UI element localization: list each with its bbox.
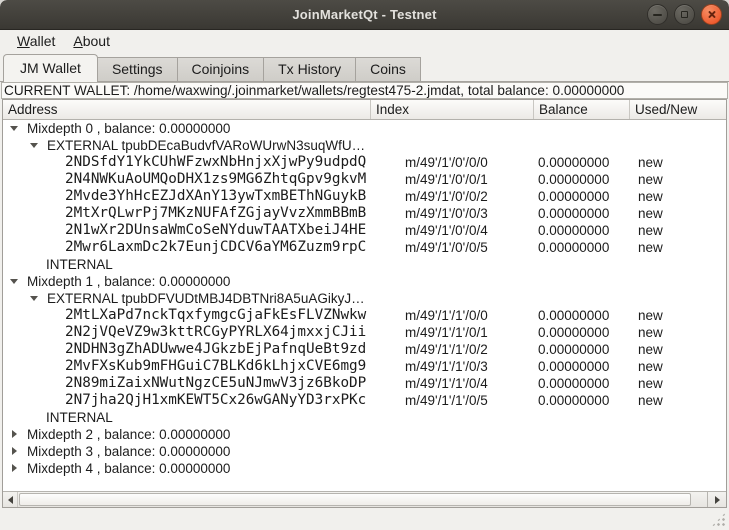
mixdepth-row[interactable]: Mixdepth 3 , balance: 0.00000000	[3, 443, 726, 460]
mixdepth-row[interactable]: Mixdepth 4 , balance: 0.00000000	[3, 460, 726, 477]
mixdepth-row[interactable]: Mixdepth 2 , balance: 0.00000000	[3, 426, 726, 443]
expander-icon[interactable]	[10, 447, 19, 456]
address-row[interactable]: 2NDHN3gZhADUwwe4JGkzbEjPafnqUeBt9zd m/49…	[3, 341, 726, 358]
mixdepth-row[interactable]: Mixdepth 1 , balance: 0.00000000	[3, 273, 726, 290]
expander-icon[interactable]	[10, 277, 19, 286]
address-row[interactable]: 2N4NWKuAoUMQoDHX1zs9MG6ZhtqGpv9gkvM m/49…	[3, 171, 726, 188]
address-row[interactable]: 2MtLXaPd7nckTqxfymgcGjaFkEsFLVZNwkw m/49…	[3, 307, 726, 324]
address-row[interactable]: 2N7jha2QjH1xmKEWT5Cx26wGANyYD3rxPKc m/49…	[3, 392, 726, 409]
tab-bar: JM WalletSettingsCoinjoinsTx HistoryCoin…	[0, 52, 729, 82]
column-header-balance[interactable]: Balance	[534, 100, 630, 119]
address-row[interactable]: 2N2jVQeVZ9w3kttRCGyPYRLX64jmxxjCJii m/49…	[3, 324, 726, 341]
bottom-strip	[0, 508, 729, 530]
tab-tx-history[interactable]: Tx History	[263, 57, 356, 81]
horizontal-scrollbar[interactable]	[3, 491, 726, 507]
maximize-icon	[681, 11, 688, 18]
address-row[interactable]: 2NDSfdY1YkCUhWFzwxNbHnjxXjwPy9udpdQ m/49…	[3, 154, 726, 171]
resize-grip[interactable]	[711, 512, 726, 527]
address-row[interactable]: 2Mwr6LaxmDc2k7EunjCDCV6aYM6Zuzm9rpC m/49…	[3, 239, 726, 256]
wallet-tree: Address Index Balance Used/New Mixdepth …	[2, 99, 727, 508]
tab-coinjoins[interactable]: Coinjoins	[177, 57, 265, 81]
address-row[interactable]: 2Mvde3YhHcEZJdXAnY13ywTxmBEThNGuykB m/49…	[3, 188, 726, 205]
address-row[interactable]: 2MtXrQLwrPj7MKzNUFAfZGjayVvzXmmBBmB m/49…	[3, 205, 726, 222]
scrollbar-thumb[interactable]	[19, 493, 691, 506]
tree-header: Address Index Balance Used/New	[3, 100, 726, 120]
scroll-right-icon	[715, 496, 720, 504]
expander-icon[interactable]	[30, 141, 39, 150]
tab-jm-wallet[interactable]: JM Wallet	[3, 54, 98, 82]
joinmarket-window: JoinMarketQt - Testnet WalletAbout JM Wa…	[0, 0, 729, 530]
current-wallet-banner: CURRENT WALLET: /home/waxwing/.joinmarke…	[1, 82, 728, 99]
titlebar[interactable]: JoinMarketQt - Testnet	[0, 0, 729, 30]
column-header-used-new[interactable]: Used/New	[630, 100, 726, 119]
expander-icon[interactable]	[10, 124, 19, 133]
column-header-index[interactable]: Index	[371, 100, 534, 119]
expander-icon[interactable]	[30, 294, 39, 303]
tree-body: Mixdepth 0 , balance: 0.00000000 EXTERNA…	[3, 120, 726, 491]
close-button[interactable]	[701, 4, 722, 25]
minimize-icon	[653, 14, 662, 16]
scroll-left-button[interactable]	[3, 492, 18, 507]
window-controls	[647, 4, 722, 25]
branch-row[interactable]: EXTERNAL tpubDEcaBudvfVARoWUrwN3suqWfU…	[3, 137, 726, 154]
maximize-button[interactable]	[674, 4, 695, 25]
tab-coins[interactable]: Coins	[355, 57, 421, 81]
branch-row[interactable]: INTERNAL	[3, 409, 726, 426]
address-row[interactable]: 2N89miZaixNWutNgzCE5uNJmwV3jz6BkoDP m/49…	[3, 375, 726, 392]
branch-row[interactable]: INTERNAL	[3, 256, 726, 273]
scroll-right-button[interactable]	[707, 492, 726, 507]
menu-item-about[interactable]: About	[64, 32, 119, 51]
branch-row[interactable]: EXTERNAL tpubDFVUDtMBJ4DBTNri8A5uAGikyJ…	[3, 290, 726, 307]
column-header-address[interactable]: Address	[3, 100, 371, 119]
menu-item-wallet[interactable]: Wallet	[8, 32, 64, 51]
tab-settings[interactable]: Settings	[97, 57, 178, 81]
address-row[interactable]: 2N1wXr2DUnsaWmCoSeNYduwTAATXbeiJ4HE m/49…	[3, 222, 726, 239]
menu-bar: WalletAbout	[0, 30, 729, 52]
minimize-button[interactable]	[647, 4, 668, 25]
expander-icon[interactable]	[10, 464, 19, 473]
mixdepth-row[interactable]: Mixdepth 0 , balance: 0.00000000	[3, 120, 726, 137]
scroll-left-icon	[8, 496, 13, 504]
window-title: JoinMarketQt - Testnet	[292, 7, 436, 22]
address-row[interactable]: 2MvFXsKub9mFHGuiC7BLKd6kLhjxCVE6mg9 m/49…	[3, 358, 726, 375]
expander-icon[interactable]	[10, 430, 19, 439]
